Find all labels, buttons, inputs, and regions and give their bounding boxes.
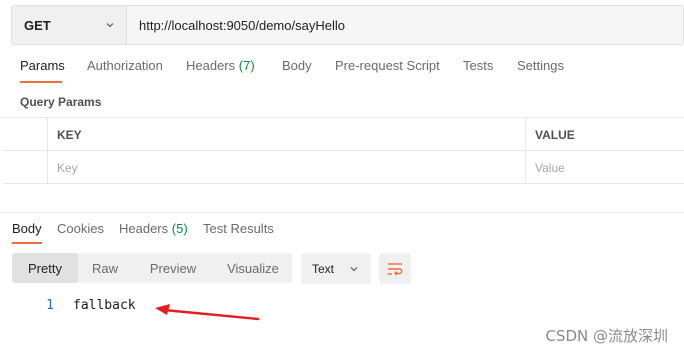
tab-pre-request-script[interactable]: Pre-request Script [335,58,440,84]
table-row: Key Value [3,151,684,184]
response-tabs: Body Cookies Headers (5) Test Results [0,221,684,245]
method-label: GET [24,17,51,33]
column-header-key: KEY [48,118,526,151]
query-params-title: Query Params [20,95,102,109]
line-number: 1 [46,298,54,313]
wrap-lines-button[interactable] [379,253,411,284]
mode-raw[interactable]: Raw [78,253,132,283]
tab-label: Headers [119,221,169,236]
tab-label: Test Results [203,221,274,236]
request-tabs: Params Authorization Headers (7) Body Pr… [0,58,684,84]
method-select[interactable]: GET [12,6,127,44]
tab-label: Body [282,58,312,73]
row-checkbox-cell [3,151,48,184]
key-input[interactable]: Key [48,151,526,184]
format-label: Text [312,261,335,276]
tab-headers[interactable]: Headers (7) [186,58,255,84]
tab-response-headers[interactable]: Headers (5) [119,221,188,247]
tab-label: Tests [463,58,494,73]
pane-divider[interactable] [0,212,684,213]
request-url-bar: GET http://localhost:9050/demo/sayHello [11,5,684,45]
active-tab-indicator [20,81,62,83]
tab-test-results[interactable]: Test Results [203,221,274,247]
tab-label: Params [20,58,65,73]
watermark: CSDN @流放深圳 [545,327,668,345]
tab-tests[interactable]: Tests [463,58,493,84]
tab-label: Body [12,221,42,236]
chevron-down-icon [106,23,114,28]
value-input[interactable]: Value [526,151,684,184]
response-body-text: fallback [73,298,136,313]
red-arrow-annotation [155,304,260,321]
tab-cookies[interactable]: Cookies [57,221,104,247]
mode-pretty[interactable]: Pretty [12,253,78,283]
active-tab-indicator [12,242,42,244]
checkbox-column-header [3,118,48,151]
tab-body[interactable]: Body [282,58,312,84]
format-select[interactable]: Text [301,253,371,284]
chevron-down-icon [350,266,358,271]
tab-label: Settings [517,58,564,73]
url-input[interactable]: http://localhost:9050/demo/sayHello [127,6,683,44]
tab-settings[interactable]: Settings [517,58,564,84]
headers-count: (5) [171,221,188,236]
mode-preview[interactable]: Preview [132,253,214,283]
tab-label: Authorization [87,58,163,73]
view-mode-toggle: Pretty Raw Preview Visualize [12,253,292,283]
table-header-row: KEY VALUE [3,118,684,151]
mode-visualize[interactable]: Visualize [214,253,292,283]
tab-label: Pre-request Script [335,58,440,73]
column-header-value: VALUE [535,127,575,142]
query-params-table: KEY VALUE Key Value [3,117,684,184]
headers-count: (7) [238,58,255,73]
wrap-lines-icon [388,262,403,275]
tab-label: Headers [186,58,236,73]
tab-label: Cookies [57,221,104,236]
tab-authorization[interactable]: Authorization [87,58,163,84]
